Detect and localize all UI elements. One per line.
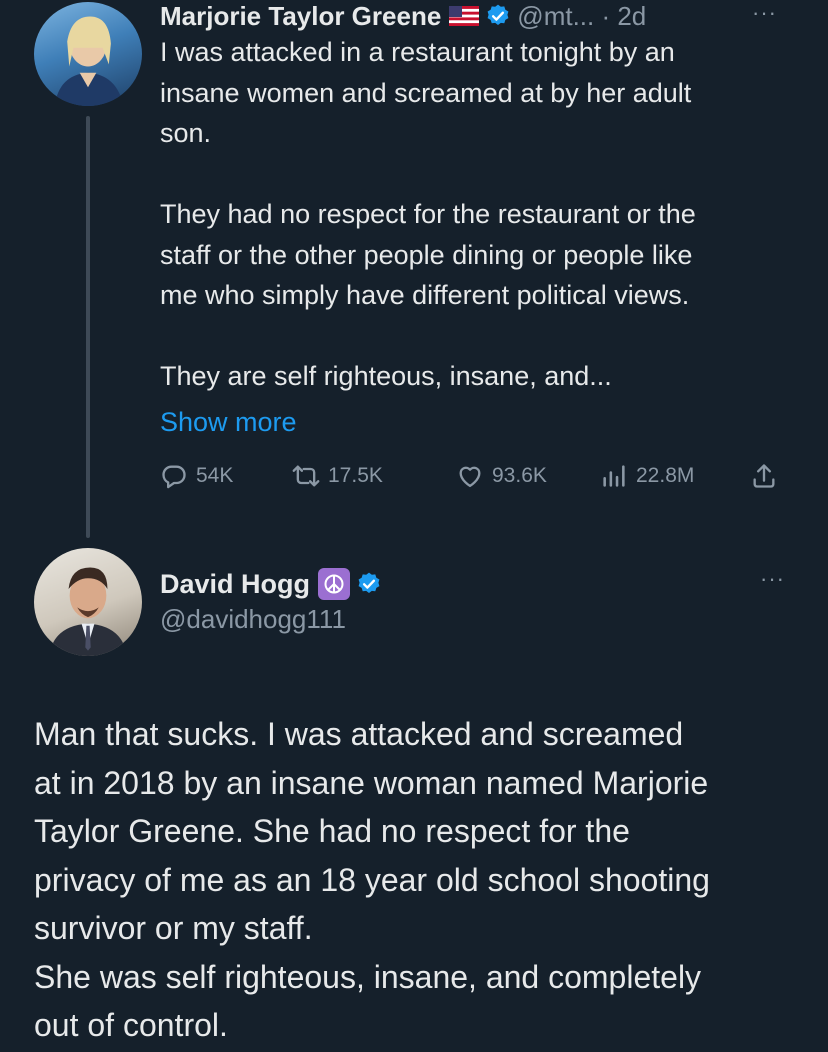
profile-photo-icon — [49, 567, 127, 656]
tweet1-text: I was attacked in a restaurant tonight b… — [160, 37, 696, 391]
retweet-icon — [292, 465, 320, 487]
show-more-link[interactable]: Show more — [160, 402, 297, 442]
more-options-icon[interactable]: ··· — [760, 566, 785, 592]
like-button[interactable]: 93.6K — [456, 456, 547, 496]
author-name[interactable]: David Hogg — [160, 569, 310, 600]
retweet-button[interactable]: 17.5K — [292, 456, 383, 496]
profile-photo-icon — [54, 16, 124, 106]
retweet-count: 17.5K — [328, 464, 383, 487]
thread-line — [86, 116, 90, 538]
reply-icon — [162, 465, 186, 489]
analytics-bars-icon — [603, 465, 625, 487]
peace-sign-icon — [318, 568, 351, 600]
author-name[interactable]: Marjorie Taylor Greene — [160, 1, 441, 32]
tweet2-text: Man that sucks. I was attacked and screa… — [34, 716, 710, 1043]
like-count: 93.6K — [492, 464, 547, 487]
reply-count: 54K — [196, 464, 234, 487]
views-count: 22.8M — [636, 464, 695, 487]
verified-badge-icon — [487, 4, 509, 25]
reply-button[interactable]: 54K — [160, 456, 233, 496]
tweet2-header: David Hogg — [160, 564, 382, 604]
author-handle[interactable]: @davidhogg111 — [160, 604, 346, 635]
avatar-marjorie-taylor-greene[interactable] — [34, 2, 142, 106]
more-options-icon[interactable]: ··· — [752, 0, 777, 26]
share-button[interactable] — [750, 456, 786, 496]
tweet1-actions: 54K 17.5K 93.6K 22.8M — [160, 456, 796, 496]
verified-badge-icon — [358, 572, 380, 593]
share-icon — [753, 464, 775, 488]
heart-icon — [459, 466, 481, 488]
us-flag-icon — [449, 6, 480, 26]
tweet1-header: Marjorie Taylor Greene @mt... · 2d — [160, 0, 646, 32]
handle-and-time[interactable]: @mt... · 2d — [517, 1, 646, 32]
avatar-david-hogg[interactable] — [34, 548, 142, 656]
views-button[interactable]: 22.8M — [600, 456, 694, 496]
